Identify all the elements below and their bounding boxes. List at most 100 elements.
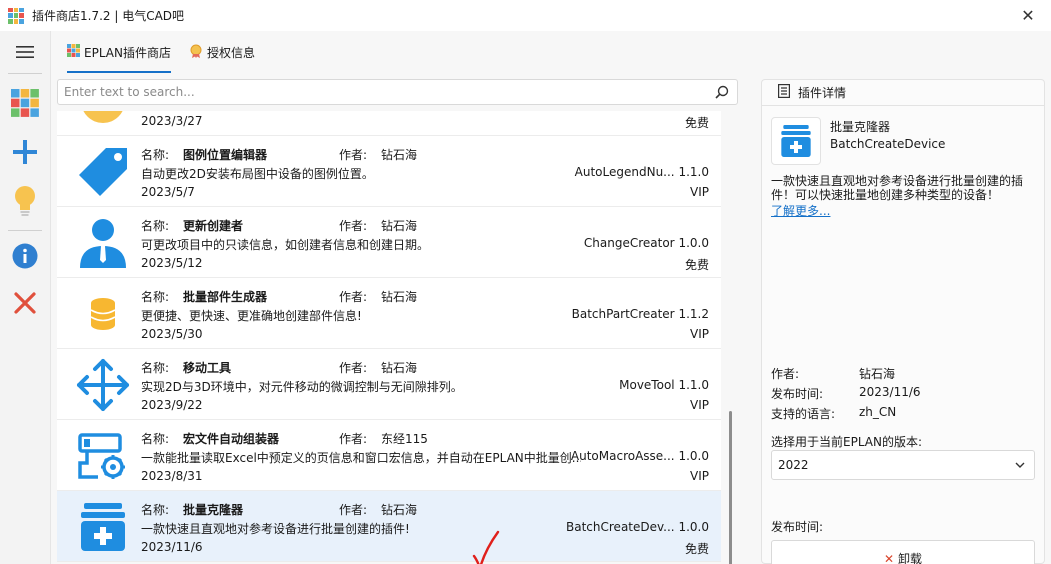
info-icon[interactable]: [0, 241, 50, 271]
rail-divider: [8, 73, 42, 74]
name-label: 名称:: [141, 503, 170, 517]
author-label: 作者:: [339, 148, 368, 162]
title-bar: 插件商店1.7.2 | 电气CAD吧 ✕: [0, 0, 1051, 31]
plugin-author: 钻石海: [381, 290, 418, 304]
plugin-date: 2023/5/7: [141, 185, 195, 199]
list-item-selected[interactable]: 名称: 批量克隆器 作者: 钻石海 一款快速且直观地对参考设备进行批量创建的插件…: [57, 491, 721, 562]
author-label: 作者:: [339, 219, 368, 233]
detail-release-time: 2023/11/6: [859, 385, 921, 399]
clone-icon: [771, 117, 821, 165]
plugin-date: 2023/11/6: [141, 540, 203, 554]
plugin-author: 东经115: [381, 432, 428, 446]
detail-author-label: 作者:: [771, 367, 800, 381]
checkmark-annotation-icon: [472, 530, 500, 564]
move-icon: [75, 358, 131, 412]
version-select[interactable]: 2022: [771, 450, 1035, 480]
clone-icon: [75, 500, 131, 554]
list-scrollbar[interactable]: [729, 411, 732, 564]
store-icon: [67, 44, 80, 60]
plugin-price: 免费: [684, 116, 709, 130]
search-input[interactable]: [58, 81, 707, 103]
plugin-date: 2023/5/30: [141, 327, 203, 341]
plugin-command: AutoLegendNu... 1.1.0: [574, 165, 709, 179]
name-label: 名称:: [141, 290, 170, 304]
plugin-price: VIP: [690, 469, 709, 483]
plugin-command: ChangeCreator 1.0.0: [583, 236, 709, 250]
store-icon[interactable]: [0, 87, 50, 119]
menu-icon[interactable]: [0, 41, 50, 63]
list-item[interactable]: 名称: 批量部件生成器 作者: 钻石海 更便捷、更快速、更准确地创建部件信息! …: [57, 278, 721, 349]
detail-description: 一款快速且直观地对参考设备进行批量创建的插件！可以快速批量地创建多种类型的设备！: [771, 174, 1024, 202]
uninstall-button[interactable]: ✕ 卸载: [771, 540, 1035, 564]
plugin-date: 2023/3/27: [141, 114, 203, 128]
plugin-date: 2023/8/31: [141, 469, 203, 483]
plugin-description: 可更改项目中的只读信息，如创建者信息和创建日期。: [141, 238, 430, 252]
version-selected-value: 2022: [778, 458, 809, 472]
plugin-name: 移动工具: [183, 361, 232, 375]
plugin-command: AutoMacroAsse... 1.0.0: [570, 449, 709, 463]
app-logo-icon: [8, 7, 24, 24]
list-item[interactable]: 名称: 移动工具 作者: 钻石海 实现2D与3D环境中，对元件移动的微调控制与无…: [57, 349, 721, 420]
tag-icon: [75, 145, 131, 199]
search-icon[interactable]: [707, 80, 737, 104]
plugin-name: 更新创建者: [183, 219, 244, 233]
detail-plugin-command: BatchCreateDevice: [830, 137, 946, 151]
plugin-icon: [75, 111, 131, 128]
version-select-label: 选择用于当前EPLAN的版本:: [771, 435, 923, 449]
macro-gear-icon: [75, 429, 131, 483]
search-box: [57, 79, 738, 105]
plugin-command: BatchPartCreater 1.1.2: [571, 307, 709, 321]
plugin-name: 图例位置编辑器: [183, 148, 268, 162]
plugin-description: 实现2D与3D环境中，对元件移动的微调控制与无间隙排列。: [141, 380, 463, 394]
tab-license-info[interactable]: 授权信息: [189, 31, 255, 73]
list-item[interactable]: 名称: 更新创建者 作者: 钻石海 可更改项目中的只读信息，如创建者信息和创建日…: [57, 207, 721, 278]
plugin-author: 钻石海: [381, 503, 418, 517]
chevron-down-icon: [1014, 459, 1026, 474]
add-icon[interactable]: [0, 136, 50, 168]
tab-label: EPLAN插件商店: [84, 45, 171, 60]
plugin-description: 一款快速且直观地对参考设备进行批量创建的插件!: [141, 522, 410, 536]
lightbulb-icon[interactable]: [0, 183, 50, 219]
plugin-price: VIP: [690, 398, 709, 412]
plugin-name: 批量部件生成器: [183, 290, 268, 304]
plugin-price: VIP: [690, 185, 709, 199]
name-label: 名称:: [141, 361, 170, 375]
plugin-description: 一款能批量读取Excel中预定义的页信息和窗口宏信息，并自动在EPLAN中批量创…: [141, 451, 581, 465]
author-label: 作者:: [339, 361, 368, 375]
window-close-button[interactable]: ✕: [1005, 0, 1051, 31]
uninstall-label: 卸载: [898, 552, 923, 564]
detail-plugin-name: 批量克隆器: [830, 120, 891, 134]
rail-divider: [8, 230, 42, 231]
plugin-author: 钻石海: [381, 361, 418, 375]
detail-header: 插件详情: [762, 80, 1044, 106]
tab-bar: EPLAN插件商店 授权信息: [51, 31, 1051, 73]
tab-plugin-store[interactable]: EPLAN插件商店: [67, 31, 171, 73]
detail-title: 插件详情: [798, 86, 847, 100]
plugin-name: 宏文件自动组装器: [183, 432, 280, 446]
detail-language-label: 支持的语言:: [771, 407, 836, 421]
author-label: 作者:: [339, 432, 368, 446]
author-label: 作者:: [339, 503, 368, 517]
close-icon[interactable]: [0, 288, 50, 318]
list-item[interactable]: 2023/3/27 免费: [57, 111, 721, 136]
plugin-list: 2023/3/27 免费 名称: 图例位置编辑器 作者: 钻石海 自动更改2D安…: [57, 111, 738, 564]
main-area: EPLAN插件商店 授权信息 2023/3/27 免费 名称: [50, 31, 1051, 564]
plugin-date: 2023/9/22: [141, 398, 203, 412]
plugin-author: 钻石海: [381, 148, 418, 162]
name-label: 名称:: [141, 148, 170, 162]
plugin-author: 钻石海: [381, 219, 418, 233]
list-item[interactable]: 名称: 宏文件自动组装器 作者: 东经115 一款能批量读取Excel中预定义的…: [57, 420, 721, 491]
plugin-date: 2023/5/12: [141, 256, 203, 270]
plugin-command: MoveTool 1.1.0: [619, 378, 709, 392]
name-label: 名称:: [141, 432, 170, 446]
document-icon: [778, 84, 791, 101]
author-label: 作者:: [339, 290, 368, 304]
detail-release-label: 发布时间:: [771, 387, 824, 401]
name-label: 名称:: [141, 219, 170, 233]
tab-label: 授权信息: [206, 45, 255, 60]
window-title: 插件商店1.7.2 | 电气CAD吧: [32, 9, 185, 23]
plugin-price: 免费: [684, 542, 709, 556]
list-item[interactable]: 名称: 图例位置编辑器 作者: 钻石海 自动更改2D安装布局图中设备的图例位置。…: [57, 136, 721, 207]
learn-more-link[interactable]: 了解更多...: [771, 202, 830, 219]
plugin-description: 自动更改2D安装布局图中设备的图例位置。: [141, 167, 374, 181]
